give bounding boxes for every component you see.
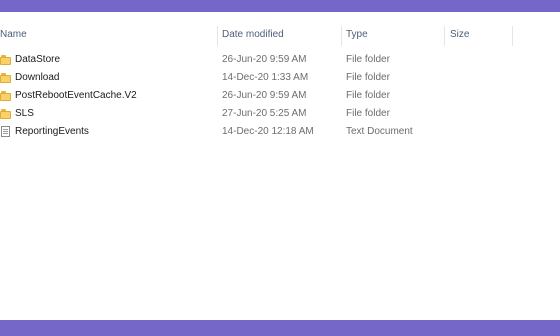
file-date-modified: 14-Dec-20 12:18 AM (222, 126, 314, 137)
column-divider[interactable] (512, 26, 513, 46)
folder-icon (0, 90, 11, 101)
file-row[interactable]: DataStore 26-Jun-20 9:59 AM File folder (0, 51, 560, 69)
column-header-date-modified[interactable]: Date modified (222, 26, 284, 46)
column-header-name[interactable]: Name (0, 26, 27, 46)
file-date-modified: 14-Dec-20 1:33 AM (222, 72, 309, 83)
file-row[interactable]: ReportingEvents 14-Dec-20 12:18 AM Text … (0, 123, 560, 141)
folder-icon (0, 108, 11, 119)
file-row[interactable]: SLS 27-Jun-20 5:25 AM File folder (0, 105, 560, 123)
file-row[interactable]: PostRebootEventCache.V2 26-Jun-20 9:59 A… (0, 87, 560, 105)
file-type: File folder (346, 108, 390, 119)
file-type: File folder (346, 90, 390, 101)
file-type: File folder (346, 54, 390, 65)
folder-icon (0, 54, 11, 65)
text-document-icon (0, 126, 11, 137)
column-divider[interactable] (217, 26, 218, 46)
file-list: DataStore 26-Jun-20 9:59 AM File folder … (0, 51, 560, 141)
folder-icon (0, 72, 11, 83)
column-header-row: Name Date modified Type Size (0, 26, 560, 46)
window-bottom-bar (0, 320, 560, 336)
file-name: ReportingEvents (15, 126, 89, 137)
file-row[interactable]: Download 14-Dec-20 1:33 AM File folder (0, 69, 560, 87)
column-header-size[interactable]: Size (450, 26, 469, 46)
window-top-bar (0, 0, 560, 12)
file-name: PostRebootEventCache.V2 (15, 90, 137, 101)
file-type: Text Document (346, 126, 413, 137)
file-name: SLS (15, 108, 34, 119)
file-type: File folder (346, 72, 390, 83)
column-divider[interactable] (341, 26, 342, 46)
file-name: DataStore (15, 54, 61, 65)
file-date-modified: 27-Jun-20 5:25 AM (222, 108, 307, 119)
file-name: Download (15, 72, 60, 83)
file-date-modified: 26-Jun-20 9:59 AM (222, 90, 307, 101)
file-date-modified: 26-Jun-20 9:59 AM (222, 54, 307, 65)
column-header-type[interactable]: Type (346, 26, 368, 46)
column-divider[interactable] (444, 26, 445, 46)
